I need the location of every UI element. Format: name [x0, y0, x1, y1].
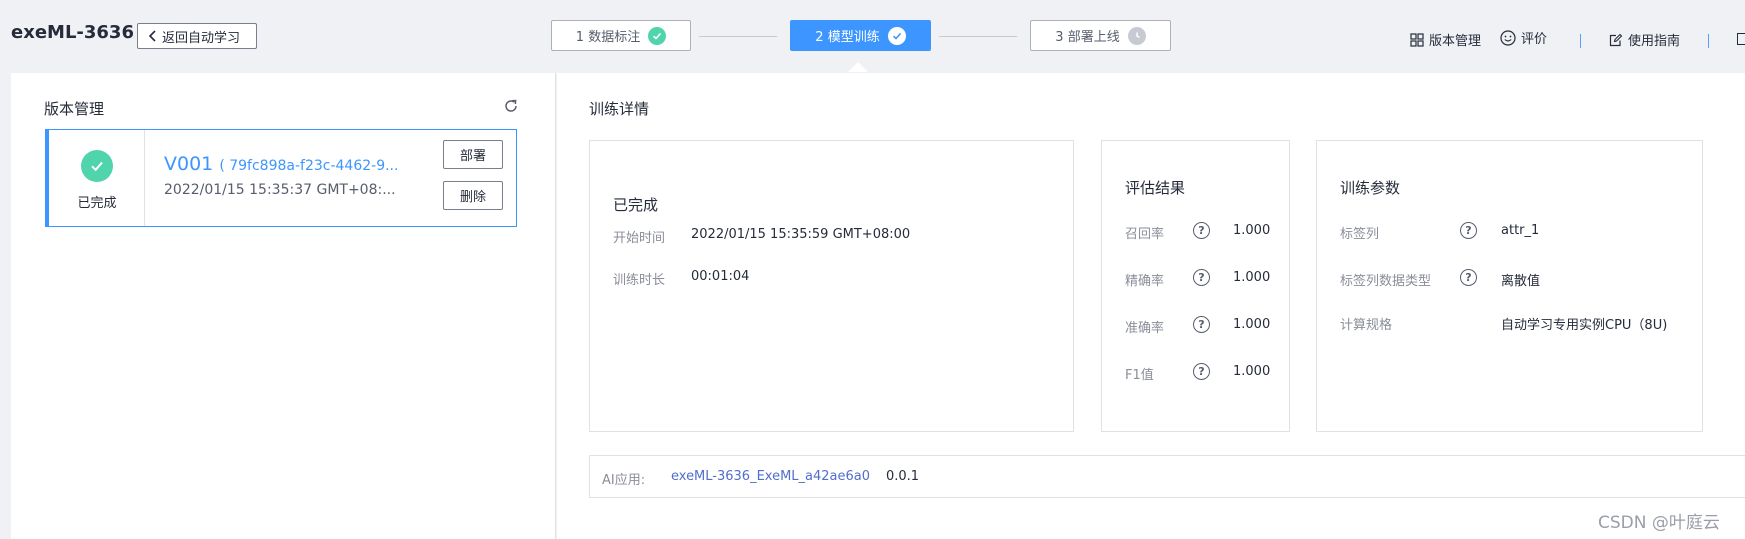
step-model-training[interactable]: 2 模型训练	[790, 20, 931, 51]
watermark: CSDN @叶庭云	[1598, 513, 1720, 533]
version-card[interactable]: 已完成 V001 ( 79fc898a-f23c-4462-9... 2022/…	[45, 129, 517, 227]
help-icon[interactable]: ?	[1460, 222, 1477, 239]
check-circle-icon	[648, 26, 667, 45]
recall-value: 1.000	[1233, 223, 1271, 238]
ai-application-bar: AI应用: exeML-3636_ExeML_a42ae6a0 0.0.1	[589, 455, 1745, 498]
evaluation-title: 评估结果	[1125, 179, 1186, 197]
ai-app-version: 0.0.1	[886, 469, 920, 484]
evaluation-card: 评估结果 召回率 ? 1.000 精确率 ? 1.000 准确率 ? 1.000…	[1101, 140, 1290, 432]
version-status-cell: 已完成	[49, 130, 145, 226]
edit-doc-icon	[1609, 33, 1623, 46]
check-circle-icon	[887, 26, 906, 45]
version-name-link[interactable]: V001 ( 79fc898a-f23c-4462-9...	[164, 153, 398, 175]
rate-label: 评价	[1521, 32, 1548, 47]
label-column-value: attr_1	[1501, 223, 1540, 238]
duration-value: 00:01:04	[691, 269, 750, 284]
rate-link[interactable]: 评价	[1500, 28, 1547, 47]
version-status-label: 已完成	[77, 196, 117, 211]
back-to-automl-button[interactable]: 返回自动学习	[137, 23, 257, 49]
ai-app-link[interactable]: exeML-3636_ExeML_a42ae6a0	[671, 469, 870, 484]
step-deploy[interactable]: 3 部署上线	[1030, 20, 1171, 51]
label-type-label: 标签列数据类型	[1340, 274, 1432, 289]
help-icon[interactable]: ?	[1460, 269, 1477, 286]
start-time-value: 2022/01/15 15:35:59 GMT+08:00	[691, 227, 911, 242]
delete-button[interactable]: 删除	[443, 181, 503, 210]
accuracy-value: 1.000	[1233, 317, 1271, 332]
precision-value: 1.000	[1233, 270, 1271, 285]
user-guide-label: 使用指南	[1628, 34, 1681, 49]
training-params-title: 训练参数	[1340, 179, 1401, 197]
f1-label: F1值	[1125, 368, 1154, 383]
chevron-left-icon	[148, 30, 156, 42]
training-status-card: 已完成 开始时间 2022/01/15 15:35:59 GMT+08:00 训…	[589, 140, 1074, 432]
clock-icon	[1127, 26, 1146, 45]
header-divider	[1580, 34, 1581, 48]
version-management-label: 版本管理	[1429, 34, 1482, 49]
step-label: 2 模型训练	[815, 30, 880, 45]
version-name: V001	[164, 153, 214, 175]
recall-label: 召回率	[1125, 227, 1165, 242]
step-connector	[939, 36, 1017, 37]
training-detail-title: 训练详情	[589, 100, 650, 118]
compute-spec-label: 计算规格	[1340, 318, 1393, 333]
user-guide-link[interactable]: 使用指南	[1609, 30, 1680, 49]
help-icon[interactable]: ?	[1193, 316, 1210, 333]
help-icon[interactable]: ?	[1193, 269, 1210, 286]
training-detail-panel: 训练详情 已完成 开始时间 2022/01/15 15:35:59 GMT+08…	[557, 73, 1745, 539]
version-management-link[interactable]: 版本管理	[1410, 30, 1481, 49]
step-data-labeling[interactable]: 1 数据标注	[551, 20, 691, 51]
start-time-label: 开始时间	[613, 231, 666, 246]
refresh-icon[interactable]	[502, 97, 520, 115]
step-label: 3 部署上线	[1055, 30, 1120, 45]
training-params-card: 训练参数 标签列 ? attr_1 标签列数据类型 ? 离散值 计算规格 自动学…	[1316, 140, 1703, 432]
header-divider	[1708, 34, 1709, 48]
top-header: exeML-3636 返回自动学习 1 数据标注 2 模型训练 3 部署上线 版…	[0, 0, 1745, 72]
label-type-value: 离散值	[1501, 274, 1541, 289]
precision-label: 精确率	[1125, 274, 1165, 289]
ai-app-label: AI应用:	[602, 473, 646, 488]
app-title: exeML-3636	[11, 22, 134, 43]
accuracy-label: 准确率	[1125, 321, 1165, 336]
back-button-label: 返回自动学习	[162, 30, 241, 46]
f1-value: 1.000	[1233, 364, 1271, 379]
deploy-button[interactable]: 部署	[443, 140, 503, 169]
step-label: 1 数据标注	[575, 30, 641, 45]
duration-label: 训练时长	[613, 273, 666, 288]
training-status: 已完成	[613, 196, 659, 214]
step-connector	[699, 36, 777, 37]
label-column-label: 标签列	[1340, 227, 1380, 242]
version-created-time: 2022/01/15 15:35:37 GMT+08:...	[164, 182, 396, 198]
version-panel: 版本管理 已完成 V001 ( 79fc898a-f23c-4462-9... …	[11, 73, 556, 539]
grid-icon	[1410, 32, 1424, 47]
more-icon[interactable]	[1737, 33, 1745, 45]
smile-icon	[1500, 29, 1516, 46]
version-id: ( 79fc898a-f23c-4462-9...	[219, 158, 399, 174]
help-icon[interactable]: ?	[1193, 222, 1210, 239]
help-icon[interactable]: ?	[1193, 363, 1210, 380]
compute-spec-value: 自动学习专用实例CPU（8U)	[1501, 318, 1668, 333]
active-step-pointer	[848, 62, 868, 72]
version-panel-title: 版本管理	[44, 100, 105, 118]
success-check-icon	[81, 150, 113, 182]
